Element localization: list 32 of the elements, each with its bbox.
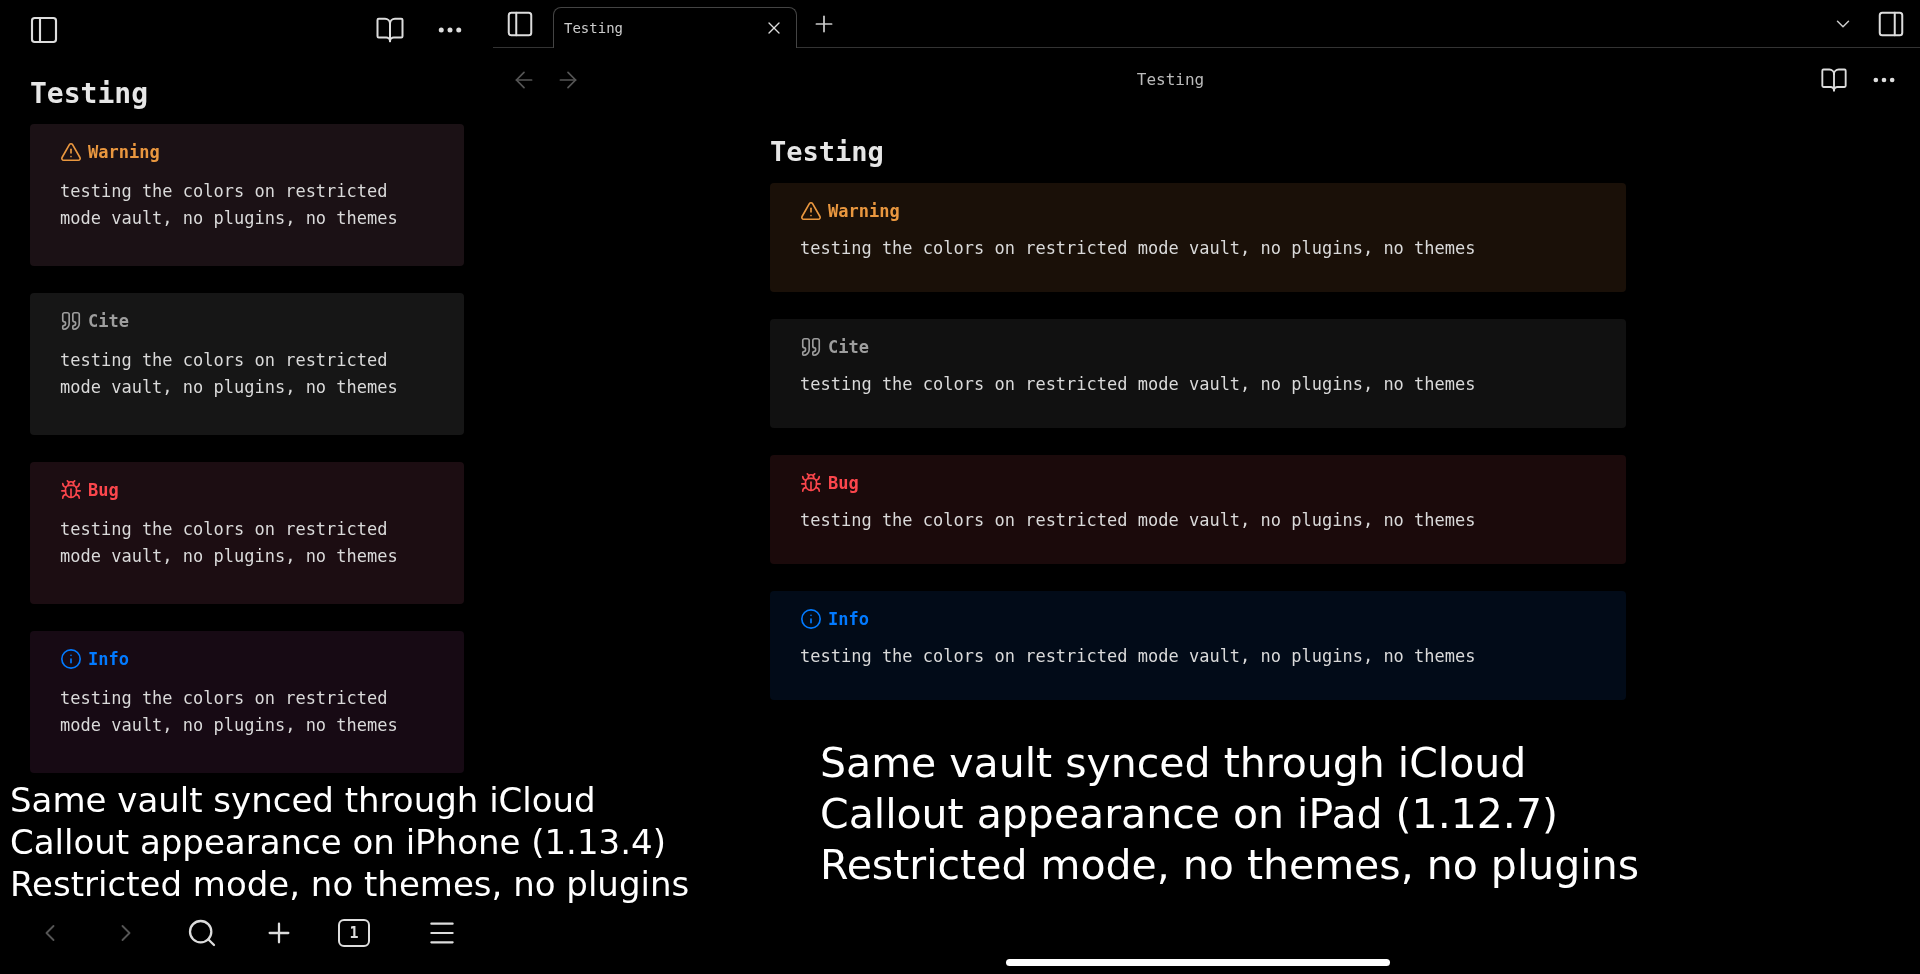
view-header-title: Testing bbox=[1136, 69, 1205, 91]
callout-text: testing the colors on restricted mode vault, no plugins, no themes bbox=[60, 349, 399, 399]
callout-text: testing the colors on restricted mode vault, no plugins, no themes bbox=[60, 687, 399, 737]
caption-line: Callout appearance on iPad (1.12.7) bbox=[820, 789, 1558, 840]
callout-text: testing the colors on restricted mode vault, no plugins, no themes bbox=[60, 180, 399, 230]
callout-text: testing the colors on restricted mode vault, no plugins, no themes bbox=[800, 645, 1477, 668]
note-title: Testing bbox=[770, 136, 885, 168]
caption-line: Same vault synced through iCloud bbox=[10, 779, 596, 821]
callout-title: Cite bbox=[828, 336, 869, 359]
search-icon[interactable] bbox=[186, 917, 218, 949]
callout-text: testing the colors on restricted mode vault, no plugins, no themes bbox=[800, 373, 1477, 396]
callout-title: Info bbox=[88, 648, 129, 671]
tab-count-button[interactable]: 1 bbox=[338, 919, 370, 947]
tab-label: Testing bbox=[564, 18, 624, 38]
callout-title: Bug bbox=[88, 479, 119, 502]
callout-text: testing the colors on restricted mode vault, no plugins, no themes bbox=[800, 237, 1477, 260]
callout-text: testing the colors on restricted mode vault, no plugins, no themes bbox=[800, 509, 1477, 532]
book-icon[interactable] bbox=[1820, 66, 1848, 94]
note-title: Testing bbox=[30, 78, 149, 110]
callout-title: Bug bbox=[828, 472, 859, 495]
caption-line: Same vault synced through iCloud bbox=[820, 738, 1527, 789]
callout-title: Warning bbox=[88, 141, 160, 164]
callout-title: Cite bbox=[88, 310, 129, 333]
callout-title: Info bbox=[828, 608, 869, 631]
tab[interactable]: Testing bbox=[553, 7, 797, 48]
callout-text: testing the colors on restricted mode vault, no plugins, no themes bbox=[60, 518, 399, 568]
callout-title: Warning bbox=[828, 200, 900, 223]
caption-line: Restricted mode, no themes, no plugins bbox=[10, 863, 690, 905]
sidebar-toggle-icon[interactable] bbox=[28, 14, 60, 46]
caption-line: Callout appearance on iPhone (1.13.4) bbox=[10, 821, 666, 863]
caption-line: Restricted mode, no themes, no plugins bbox=[820, 840, 1640, 891]
book-icon[interactable] bbox=[375, 15, 405, 45]
